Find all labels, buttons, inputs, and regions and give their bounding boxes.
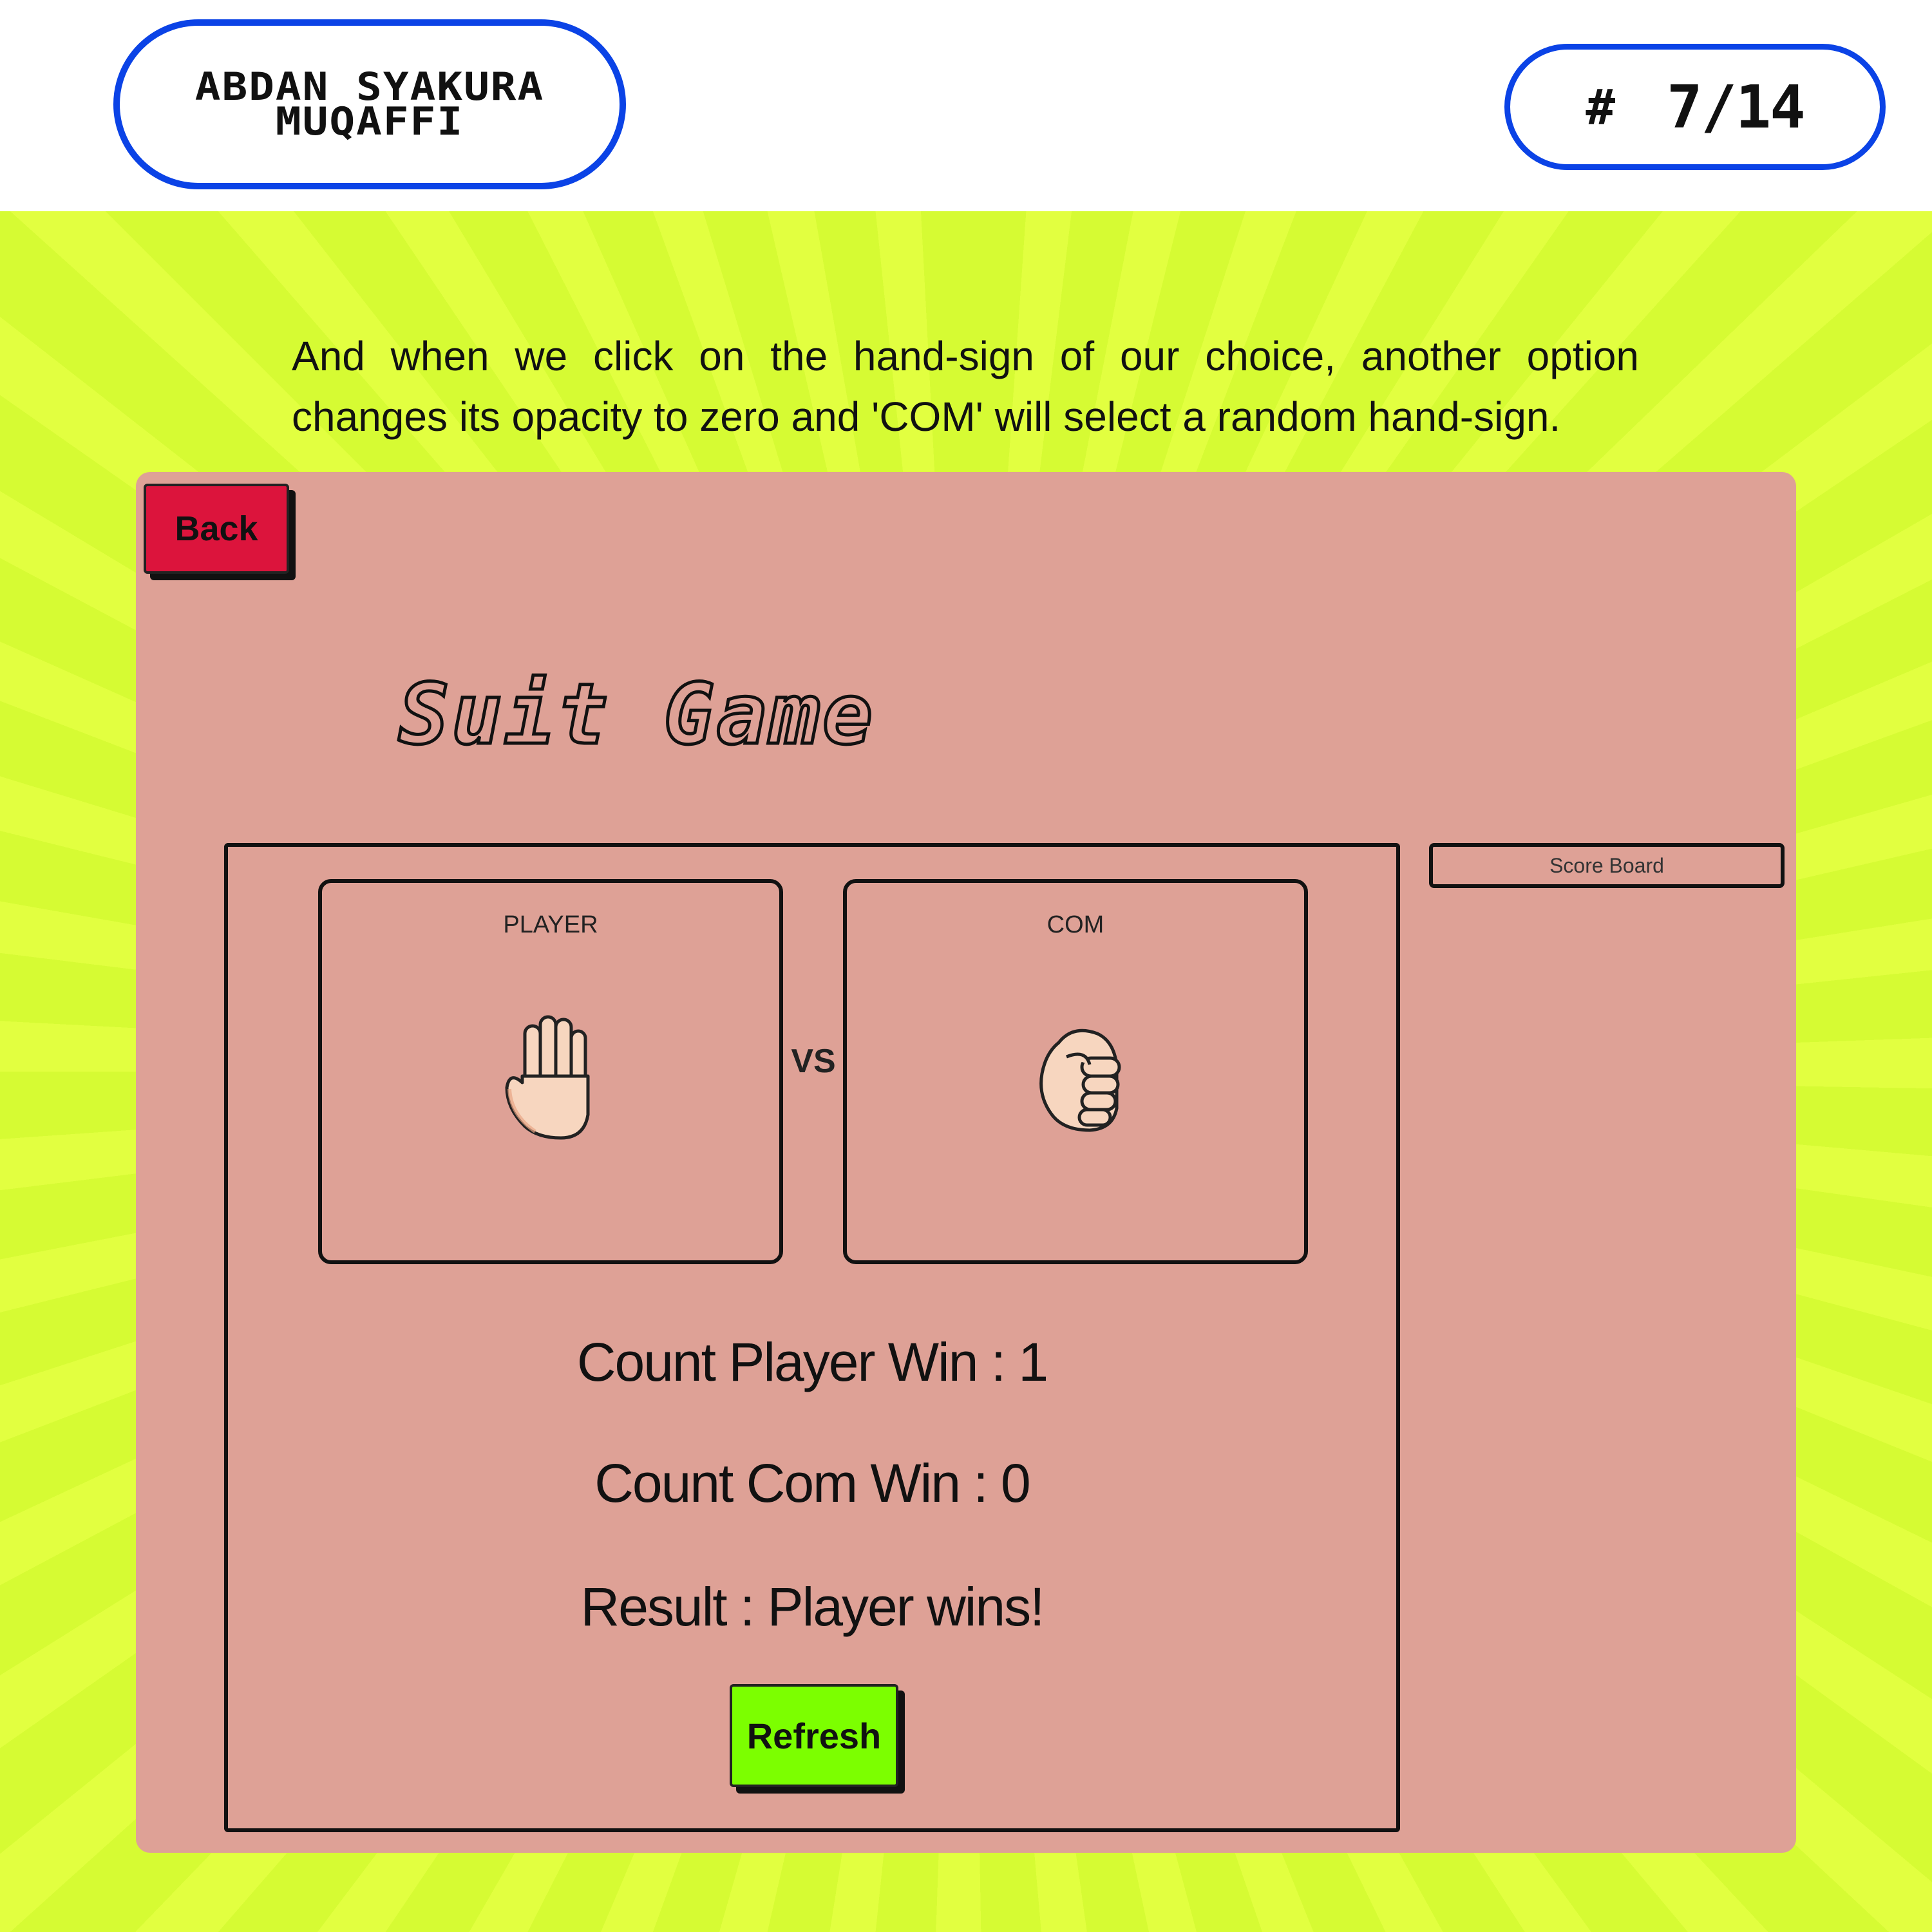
author-name-badge: ABDAN SYAKURA MUQAFFI bbox=[113, 19, 626, 189]
rock-hand-icon bbox=[1039, 1028, 1121, 1132]
result-text: Result : Player wins! bbox=[580, 1577, 1045, 1637]
player-label: PLAYER bbox=[503, 911, 598, 938]
player-panel: PLAYER bbox=[318, 879, 783, 1264]
vs-label: VS bbox=[791, 1043, 836, 1080]
com-label: COM bbox=[1046, 911, 1104, 938]
paper-hand-icon[interactable] bbox=[503, 1012, 606, 1141]
scoreboard-header: Score Board bbox=[1429, 843, 1785, 888]
game-title: Suit Game bbox=[397, 664, 876, 765]
page-number: 7/14 bbox=[1667, 72, 1806, 142]
author-name: ABDAN SYAKURA MUQAFFI bbox=[194, 64, 545, 144]
slide-caption: And when we click on the hand-sign of ou… bbox=[292, 333, 1639, 440]
page-hash: # bbox=[1586, 78, 1616, 136]
back-button[interactable]: Back bbox=[144, 484, 289, 574]
game-arena: PLAYER VS COM Count Player Win: 1 Count… bbox=[224, 843, 1400, 1832]
slide-header: ABDAN SYAKURA MUQAFFI # 7/14 bbox=[0, 0, 1932, 211]
player-win-count: Count Player Win : 1 bbox=[576, 1332, 1048, 1392]
refresh-button[interactable]: Refresh bbox=[730, 1684, 898, 1787]
game-screenshot: Back Suit Game PLAYER VS COM Count Playe… bbox=[136, 472, 1796, 1853]
com-win-count: Count Com Win : 0 bbox=[594, 1453, 1031, 1513]
page-number-badge: # 7/14 bbox=[1504, 44, 1886, 170]
com-panel: COM bbox=[843, 879, 1308, 1264]
